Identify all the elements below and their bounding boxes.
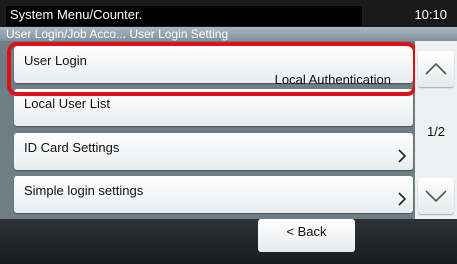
back-button[interactable]: < Back — [258, 219, 355, 252]
list-item-id-card-settings[interactable]: ID Card Settings — [14, 133, 413, 170]
scroll-up-button[interactable] — [418, 51, 454, 87]
chevron-down-icon — [425, 190, 447, 203]
breadcrumb-bar: User Login/Job Acco... User Login Settin… — [0, 27, 457, 41]
list-item-label: Simple login settings — [24, 183, 144, 198]
status-bar: System Menu/Counter. 10:10 — [0, 0, 457, 27]
list-item-label: ID Card Settings — [24, 140, 120, 155]
chevron-up-icon — [425, 62, 447, 75]
selection-highlight — [7, 42, 417, 96]
chevron-right-icon — [398, 192, 407, 206]
screen: System Menu/Counter. 10:10 User Login/Jo… — [0, 0, 457, 264]
chevron-right-icon — [398, 149, 407, 163]
window-title: System Menu/Counter. — [6, 6, 362, 26]
scroll-down-button[interactable] — [418, 178, 454, 214]
breadcrumb[interactable]: User Login/Job Acco... User Login Settin… — [6, 28, 228, 41]
list-item-simple-login-settings[interactable]: Simple login settings — [14, 176, 413, 213]
clock: 10:10 — [414, 7, 447, 22]
page-indicator: 1/2 — [426, 124, 446, 139]
footer-bar — [0, 219, 457, 264]
list-item-label: Local User List — [24, 96, 110, 111]
